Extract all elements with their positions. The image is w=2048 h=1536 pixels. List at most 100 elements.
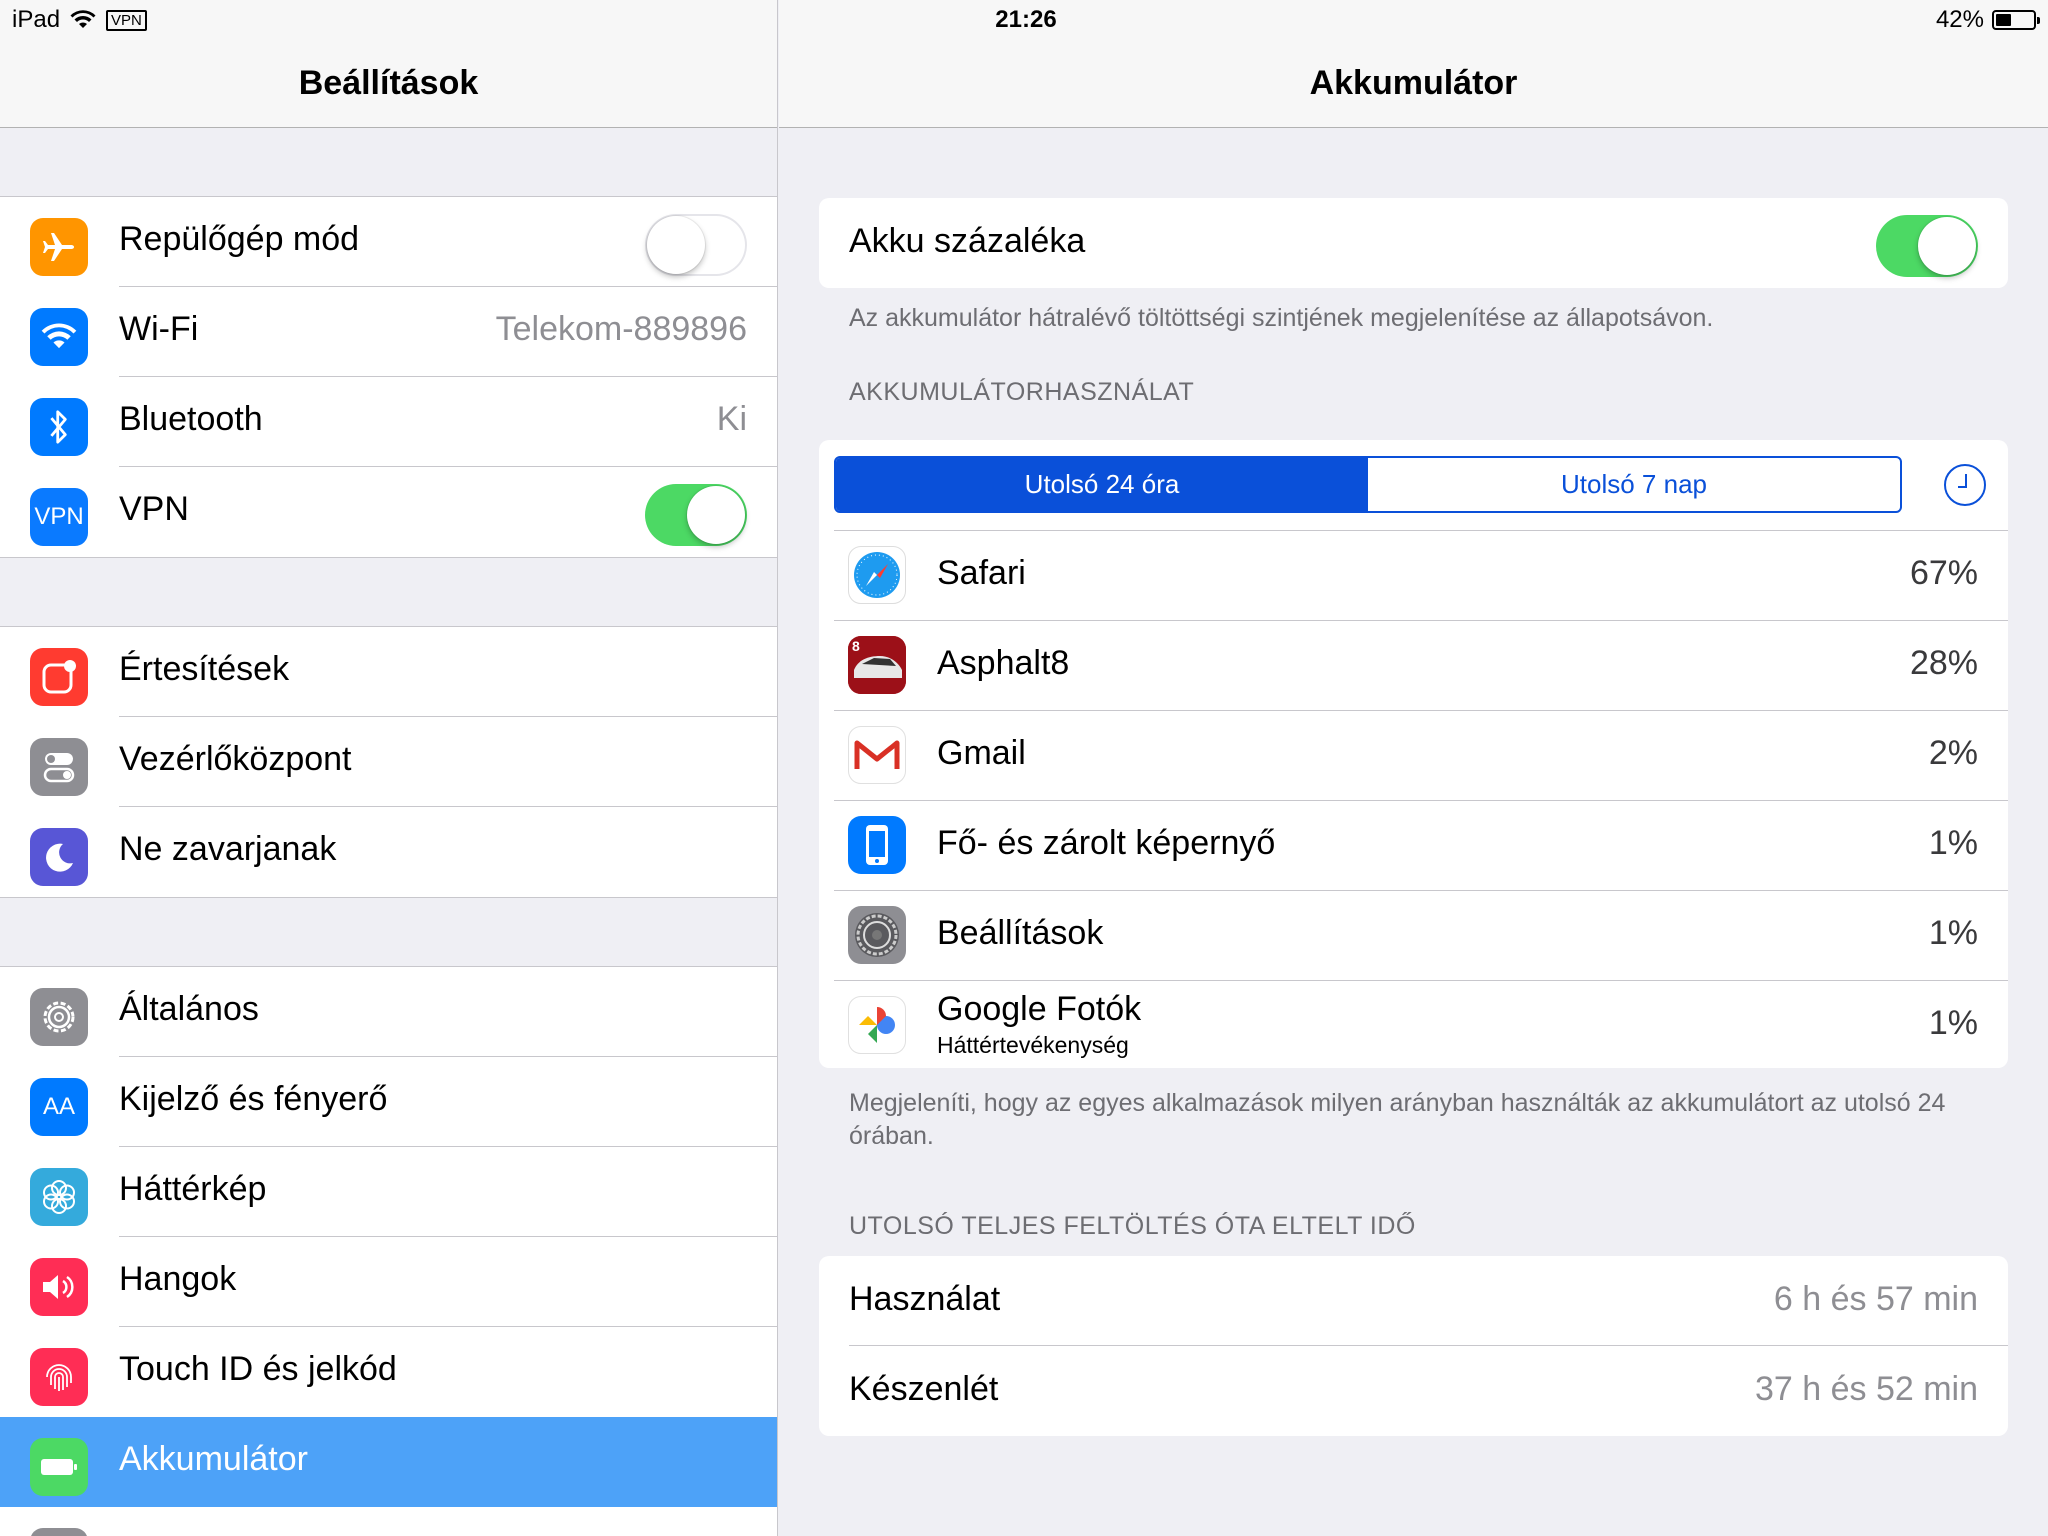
sidebar-item-label: Repülőgép mód [119, 220, 360, 258]
vpn-icon: VPN [30, 488, 88, 546]
sidebar-item-notifications[interactable]: Értesítések [0, 627, 777, 717]
app-subtitle: Háttértevékenység [937, 1032, 1129, 1058]
vpn-toggle[interactable] [645, 484, 747, 546]
svg-text:8: 8 [852, 638, 860, 654]
gmail-icon [848, 726, 906, 784]
usage-footer: Megjeleníti, hogy az egyes alkalmazások … [849, 1089, 1946, 1150]
settings-group-general: Általános AA Kijelző és fényerő Háttérké… [0, 966, 777, 1536]
wifi-network-name: Telekom-889896 [495, 310, 747, 348]
sidebar-item-label: Ne zavarjanak [119, 830, 337, 868]
bluetooth-status: Ki [716, 400, 747, 438]
since-charge-card: Használat 6 h és 57 min Készenlét 37 h é… [819, 1256, 2008, 1436]
sidebar-item-bluetooth[interactable]: Bluetooth Ki [0, 377, 777, 467]
battery-percentage-footer: Az akkumulátor hátralévő töltöttségi szi… [849, 304, 1714, 332]
sounds-icon [30, 1258, 88, 1316]
airplane-mode-toggle[interactable] [645, 214, 747, 276]
sidebar-item-label: VPN [119, 490, 189, 528]
sidebar-item-do-not-disturb[interactable]: Ne zavarjanak [0, 807, 777, 897]
wifi-icon [30, 308, 88, 366]
settings-sidebar: Beállítások Repülőgép mód Wi-Fi Telekom-… [0, 0, 778, 1536]
segment-last-7-days[interactable]: Utolsó 7 nap [1368, 458, 1900, 511]
sidebar-item-general[interactable]: Általános [0, 967, 777, 1057]
standby-time-value: 37 h és 52 min [1754, 1370, 1978, 1408]
settings-group-connectivity: Repülőgép mód Wi-Fi Telekom-889896 Bluet… [0, 196, 777, 558]
airplane-icon [30, 218, 88, 276]
app-percent: 2% [1928, 734, 1978, 772]
sidebar-item-label: Háttérkép [119, 1170, 267, 1208]
clock-icon[interactable] [1944, 464, 1986, 506]
bluetooth-icon [30, 398, 88, 456]
app-name: Fő- és zárolt képernyő [937, 824, 1276, 862]
sidebar-item-airplane-mode[interactable]: Repülőgép mód [0, 197, 777, 287]
battery-percent-text: 42% [1935, 6, 1984, 33]
sidebar-item-display-brightness[interactable]: AA Kijelző és fényerő [0, 1057, 777, 1147]
app-name: Google Fotók [937, 990, 1142, 1028]
sidebar-item-label: Értesítések [119, 650, 290, 688]
notifications-icon [30, 648, 88, 706]
asphalt8-icon: 8 [848, 636, 906, 694]
standby-time-row: Készenlét 37 h és 52 min [819, 1346, 2008, 1436]
list-item-asphalt8: 8 Asphalt8 28% [819, 620, 2008, 710]
sidebar-item-sounds[interactable]: Hangok [0, 1237, 777, 1327]
gear-icon [30, 988, 88, 1046]
battery-percentage-label: Akku százaléka [849, 222, 1086, 260]
usage-time-value: 6 h és 57 min [1773, 1280, 1978, 1318]
battery-percentage-row: Akku százaléka [819, 198, 2008, 288]
battery-detail-panel: Akkumulátor Akku százaléka Az akkumuláto… [779, 0, 2048, 1536]
standby-time-label: Készenlét [849, 1370, 999, 1408]
segment-last-24-hours[interactable]: Utolsó 24 óra [836, 458, 1368, 511]
sidebar-item-control-center[interactable]: Vezérlőközpont [0, 717, 777, 807]
list-item-home-lock-screen: Fő- és zárolt képernyő 1% [819, 800, 2008, 890]
sidebar-item-battery[interactable]: Akkumulátor [0, 1417, 777, 1507]
usage-section-header: AKKUMULÁTORHASZNÁLAT [849, 378, 1195, 406]
sidebar-item-label: Hangok [119, 1260, 237, 1298]
settings-group-notifications: Értesítések Vezérlőközpont Ne zavarjanak [0, 626, 777, 898]
usage-period-control: Utolsó 24 óra Utolsó 7 nap [819, 440, 2008, 530]
sidebar-item-label: Általános [119, 990, 259, 1028]
clock-time: 21:26 [995, 6, 1057, 33]
app-percent: 67% [1909, 554, 1978, 592]
sidebar-item-label: Kijelző és fényerő [119, 1080, 388, 1118]
control-center-icon [30, 738, 88, 796]
app-name: Safari [937, 554, 1026, 592]
list-item-safari: Safari 67% [819, 530, 2008, 620]
sidebar-item-label: Akkumulátor [119, 1440, 308, 1478]
list-item-google-photos: Google Fotók Háttértevékenység 1% [819, 980, 2008, 1068]
sidebar-item-touch-id[interactable]: Touch ID és jelkód [0, 1327, 777, 1417]
privacy-icon [30, 1528, 88, 1536]
fingerprint-icon [30, 1348, 88, 1406]
sidebar-item-wifi[interactable]: Wi-Fi Telekom-889896 [0, 287, 777, 377]
app-percent: 1% [1928, 824, 1978, 862]
google-photos-icon [848, 996, 906, 1054]
usage-time-label: Használat [849, 1280, 1001, 1318]
since-charge-section-header: UTOLSÓ TELJES FELTÖLTÉS ÓTA ELTELT IDŐ [849, 1212, 1416, 1240]
app-name: Asphalt8 [937, 644, 1070, 682]
sidebar-item-wallpaper[interactable]: Háttérkép [0, 1147, 777, 1237]
settings-gear-icon [848, 906, 906, 964]
battery-status-icon [1992, 10, 2040, 30]
battery-usage-card: Utolsó 24 óra Utolsó 7 nap Safari 67% 8 … [819, 440, 2008, 1068]
app-percent: 1% [1928, 914, 1978, 952]
sidebar-item-partial[interactable] [0, 1507, 777, 1536]
usage-time-row: Használat 6 h és 57 min [819, 1256, 2008, 1346]
wallpaper-icon [30, 1168, 88, 1226]
moon-icon [30, 828, 88, 886]
battery-icon [30, 1438, 88, 1496]
sidebar-item-label: Bluetooth [119, 400, 263, 438]
display-icon: AA [30, 1078, 88, 1136]
app-percent: 28% [1909, 644, 1978, 682]
sidebar-item-label: Touch ID és jelkód [119, 1350, 397, 1388]
app-name: Beállítások [937, 914, 1104, 952]
app-percent: 1% [1928, 1004, 1978, 1042]
period-segmented-control: Utolsó 24 óra Utolsó 7 nap [834, 456, 1902, 513]
list-item-settings: Beállítások 1% [819, 890, 2008, 980]
detail-title: Akkumulátor [1309, 64, 1518, 102]
list-item-gmail: Gmail 2% [819, 710, 2008, 800]
sidebar-title: Beállítások [298, 64, 479, 102]
safari-icon [848, 546, 906, 604]
sidebar-item-label: Wi-Fi [119, 310, 199, 348]
sidebar-item-label: Vezérlőközpont [119, 740, 352, 778]
sidebar-item-vpn[interactable]: VPN VPN [0, 467, 777, 557]
battery-percentage-toggle[interactable] [1876, 215, 1978, 277]
home-lock-screen-icon [848, 816, 906, 874]
